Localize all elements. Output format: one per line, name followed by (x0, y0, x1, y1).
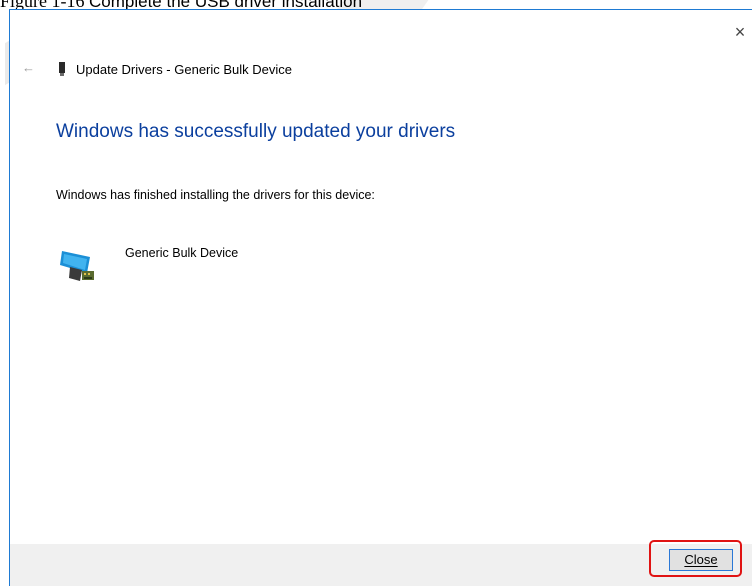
device-name: Generic Bulk Device (125, 246, 239, 260)
page-title: Windows has successfully updated your dr… (56, 121, 456, 142)
description-text: Windows has finished installing the driv… (56, 188, 375, 202)
dialog-title: Update Drivers - Generic Bulk Device (76, 61, 293, 77)
back-arrow-icon[interactable]: ← (22, 60, 35, 75)
close-icon[interactable]: × (728, 22, 752, 42)
page: Figure 1-16 Complete the USB driver inst… (0, 0, 752, 586)
dialog-footer (10, 544, 752, 586)
dialog-title-row: Update Drivers - Generic Bulk Device (58, 60, 292, 78)
usb-small-icon (59, 62, 65, 76)
close-button[interactable]: Close (669, 549, 733, 571)
update-drivers-dialog: × ← Update Drivers - Generic Bulk Device… (9, 9, 752, 586)
usb-device-icon (60, 251, 94, 281)
